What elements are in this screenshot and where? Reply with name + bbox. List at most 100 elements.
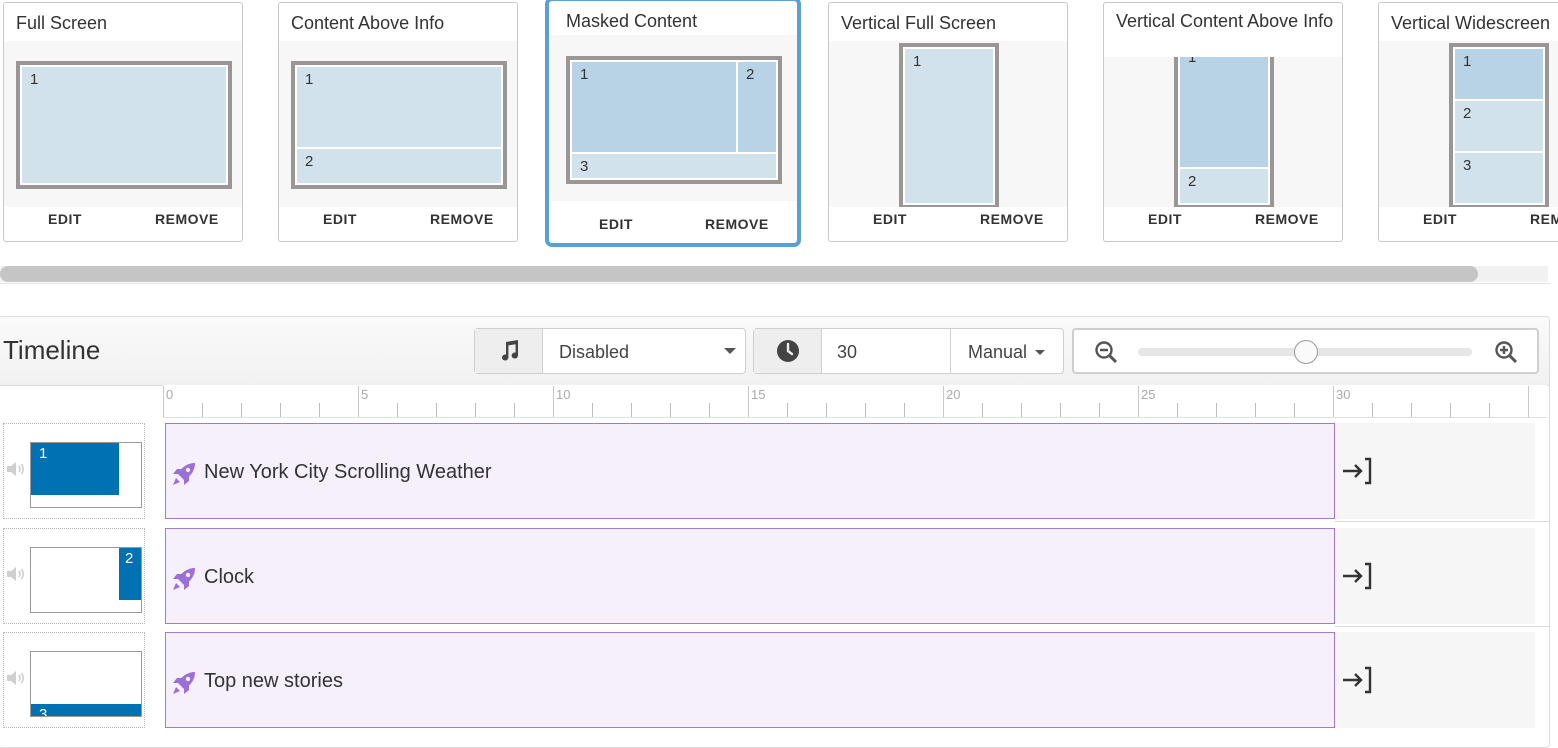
layout-actions: EDIT REMOVE (1379, 211, 1558, 231)
edit-button[interactable]: EDIT (1423, 211, 1457, 227)
zone-highlight: 1 (31, 443, 119, 495)
row-end-area (1335, 528, 1535, 624)
layout-frame: 1 2 3 (1449, 43, 1549, 207)
layout-title: Content Above Info (291, 13, 445, 33)
zone-highlight: 3 (31, 704, 141, 716)
timeline-title: Timeline (3, 335, 101, 365)
layout-card-vertical-widescreen[interactable]: Vertical Widescreen 1 2 3 EDIT REMOVE (1378, 2, 1558, 242)
zoom-in-icon[interactable] (1494, 340, 1518, 369)
divider (1335, 521, 1549, 522)
arrow-to-end-icon[interactable] (1341, 666, 1373, 699)
divider (950, 329, 951, 373)
widget-name: Clock (204, 566, 255, 588)
edit-button[interactable]: EDIT (1148, 211, 1182, 227)
ruler-major-tick (943, 386, 944, 417)
widget-name: New York City Scrolling Weather (204, 461, 492, 483)
remove-button[interactable]: REMOVE (430, 211, 494, 227)
layout-preview: 1 (829, 41, 1067, 207)
remove-button[interactable]: REMOVE (705, 216, 769, 232)
layout-actions: EDIT REMOVE (829, 211, 1067, 231)
ruler-minor-tick (1489, 403, 1490, 417)
ruler-minor-tick (1294, 403, 1295, 417)
timeline-ruler: 0 5 10 15 20 25 30 (163, 385, 1547, 418)
layout-card-vertical-full-screen[interactable]: Vertical Full Screen 1 EDIT REMOVE (828, 2, 1068, 242)
chevron-down-icon[interactable] (724, 348, 736, 354)
ruler-minor-tick (241, 403, 242, 417)
ruler-tick-label: 15 (751, 387, 766, 402)
arrow-to-end-icon[interactable] (1341, 562, 1373, 595)
duration-mode-dropdown[interactable]: Manual (968, 342, 1027, 363)
ruler-minor-tick (1216, 403, 1217, 417)
widget-name: Top new stories (204, 670, 343, 692)
edit-button[interactable]: EDIT (323, 211, 357, 227)
layout-frame: 1 (16, 61, 232, 189)
layouts-scrollbar-thumb[interactable] (0, 266, 1478, 282)
widget-bar[interactable]: Top new stories (165, 632, 1335, 728)
zoom-slider-handle[interactable] (1294, 340, 1318, 364)
ruler-minor-tick (709, 403, 710, 417)
rocket-icon (170, 669, 198, 702)
layout-frame: 1 (899, 43, 999, 207)
layout-preview: 1 (4, 41, 242, 207)
ruler-tick-label: 10 (556, 387, 571, 402)
ruler-minor-tick (592, 403, 593, 417)
layout-title: Vertical Content Above Info (1116, 11, 1334, 31)
layout-preview: 1 2 3 (549, 35, 797, 201)
remove-button[interactable]: REMOVE (155, 211, 219, 227)
ruler-tick-label: 30 (1336, 387, 1351, 402)
edit-button[interactable]: EDIT (873, 211, 907, 227)
layout-card-full-screen[interactable]: Full Screen 1 EDIT REMOVE (3, 2, 243, 242)
divider (1335, 626, 1549, 627)
ruler-minor-tick (1060, 403, 1061, 417)
layout-zone-1: 1 (903, 47, 995, 205)
zoom-out-icon[interactable] (1094, 340, 1118, 369)
ruler-minor-tick (787, 403, 788, 417)
ruler-minor-tick (1099, 403, 1100, 417)
layout-card-masked-content[interactable]: Masked Content 1 2 3 EDIT REMOVE (545, 0, 801, 247)
layout-card-vertical-content-above-info[interactable]: Vertical Content Above Info 1 2 EDIT REM… (1103, 2, 1343, 242)
speaker-icon[interactable] (6, 460, 26, 483)
ruler-minor-tick (397, 403, 398, 417)
widget-bar[interactable]: New York City Scrolling Weather (165, 423, 1335, 519)
edit-button[interactable]: EDIT (599, 216, 633, 232)
ruler-minor-tick (670, 403, 671, 417)
zone-thumbnail: 1 (3, 423, 145, 519)
edit-button[interactable]: EDIT (48, 211, 82, 227)
zone-thumbnail: 2 (3, 528, 145, 624)
rocket-icon (170, 565, 198, 598)
ruler-major-tick (1138, 386, 1139, 417)
music-note-icon (475, 329, 543, 373)
ruler-minor-tick (202, 403, 203, 417)
duration-input[interactable]: 30 (837, 342, 857, 363)
ruler-minor-tick (904, 403, 905, 417)
layout-zone-2: 2 (295, 147, 503, 185)
ruler-minor-tick (982, 403, 983, 417)
audio-select[interactable]: Disabled (559, 342, 629, 363)
layout-zone-1: 1 (20, 65, 228, 185)
layout-actions: EDIT REMOVE (1104, 211, 1342, 231)
arrow-to-end-icon[interactable] (1341, 457, 1373, 490)
chevron-down-icon[interactable] (1035, 350, 1045, 355)
ruler-minor-tick (280, 403, 281, 417)
ruler-minor-tick (1177, 403, 1178, 417)
remove-button[interactable]: REMOVE (980, 211, 1044, 227)
duration-control: 30 Manual (753, 328, 1064, 374)
speaker-icon[interactable] (6, 669, 26, 692)
speaker-icon[interactable] (6, 565, 26, 588)
remove-button[interactable]: REMOVE (1530, 211, 1558, 227)
layout-preview: 1 2 (1104, 57, 1342, 207)
audio-control: Disabled (474, 328, 746, 374)
layout-zone-1: 1 (1453, 47, 1545, 101)
layout-title: Vertical Full Screen (841, 13, 997, 33)
layout-zone-3: 3 (570, 152, 778, 180)
ruler-minor-tick (436, 403, 437, 417)
ruler-minor-tick (1372, 403, 1373, 417)
widget-bar[interactable]: Clock (165, 528, 1335, 624)
zone-highlight: 2 (119, 548, 141, 600)
ruler-minor-tick (1411, 403, 1412, 417)
remove-button[interactable]: REMOVE (1255, 211, 1319, 227)
zone-preview: 2 (30, 547, 142, 613)
layout-card-content-above-info[interactable]: Content Above Info 1 2 EDIT REMOVE (278, 2, 518, 242)
clock-icon (754, 329, 822, 373)
layout-frame: 1 2 3 (566, 56, 782, 184)
